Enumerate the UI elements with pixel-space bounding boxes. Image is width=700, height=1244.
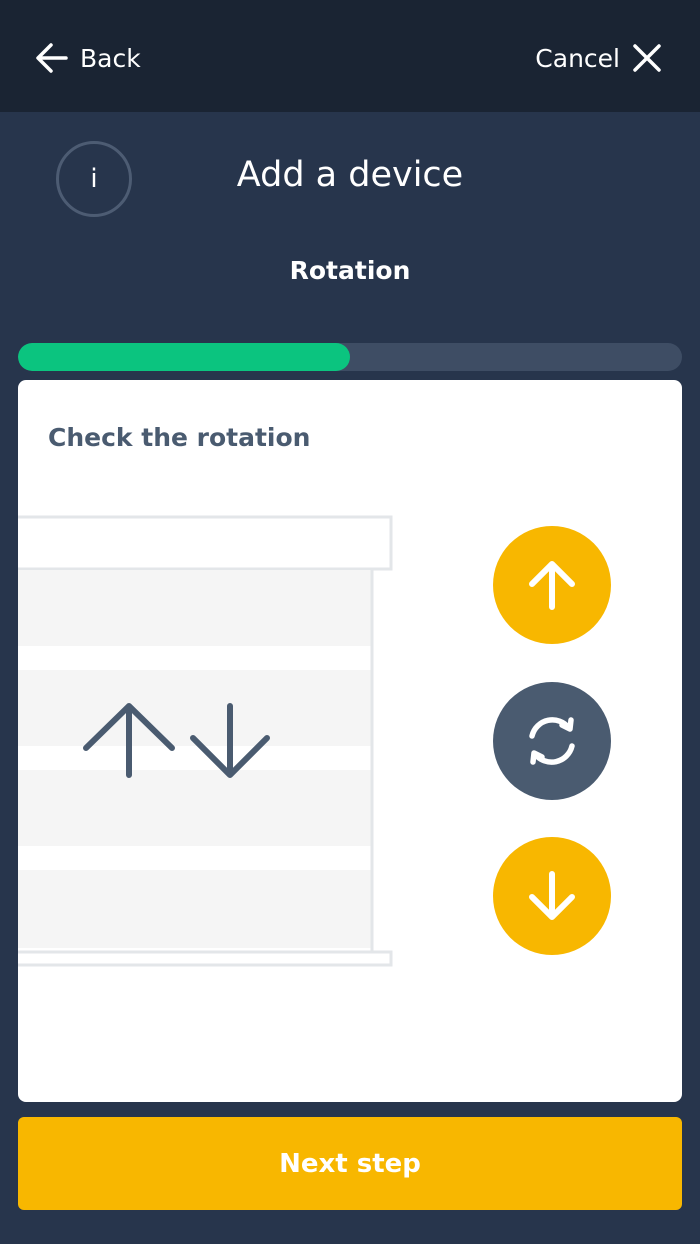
move-down-button[interactable] bbox=[493, 837, 611, 955]
rotate-icon bbox=[529, 717, 575, 765]
close-icon bbox=[633, 44, 661, 72]
back-button[interactable]: Back bbox=[34, 36, 141, 80]
back-label: Back bbox=[80, 43, 141, 73]
progress-bar bbox=[18, 343, 682, 371]
arrow-up-icon bbox=[529, 561, 575, 610]
top-bar: Back Cancel bbox=[0, 0, 700, 112]
arrow-down-icon bbox=[529, 871, 575, 920]
rotate-button[interactable] bbox=[493, 682, 611, 800]
step-subtitle: Rotation bbox=[289, 256, 411, 285]
progress-fill bbox=[18, 343, 350, 371]
cancel-label: Cancel bbox=[535, 43, 620, 73]
rotation-card: Check the rotation bbox=[18, 380, 682, 1102]
move-up-button[interactable] bbox=[493, 526, 611, 644]
cancel-button[interactable]: Cancel bbox=[535, 36, 662, 80]
arrow-left-icon bbox=[36, 43, 68, 73]
page-title: Add a device bbox=[236, 155, 464, 195]
next-step-button[interactable]: Next step bbox=[18, 1117, 682, 1210]
